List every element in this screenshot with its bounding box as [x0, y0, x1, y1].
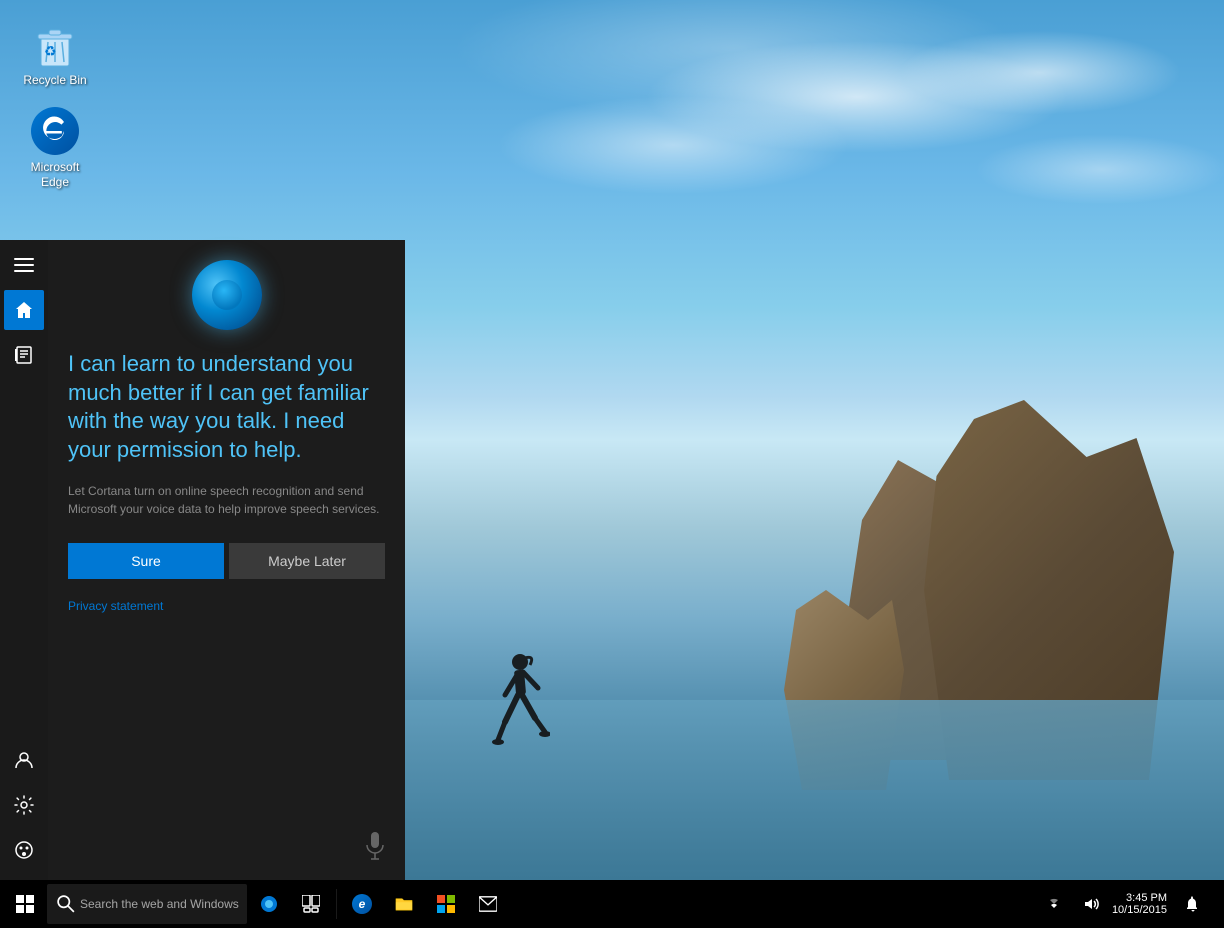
date-display: 10/15/2015	[1112, 904, 1167, 916]
svg-text:♻: ♻	[44, 43, 57, 59]
search-icon	[57, 895, 75, 913]
recycle-bin-label: Recycle Bin	[23, 73, 86, 87]
water-reflection	[350, 700, 1224, 880]
taskbar-search[interactable]: Search the web and Windows	[47, 884, 247, 924]
cortana-action-buttons: Sure Maybe Later	[68, 543, 385, 579]
sure-button[interactable]: Sure	[68, 543, 224, 579]
sidebar-home[interactable]	[4, 290, 44, 330]
cortana-inner-circle	[212, 280, 242, 310]
start-button[interactable]	[5, 884, 45, 924]
edge-circle	[31, 107, 79, 155]
sidebar-bottom	[0, 740, 48, 870]
search-placeholder: Search the web and Windows	[80, 897, 239, 911]
sidebar-notebook[interactable]	[4, 335, 44, 375]
cortana-main-message: I can learn to understand you much bette…	[68, 350, 385, 464]
desktop-icons-area: ♻ Recycle Bin Microsoft Edge	[15, 20, 95, 189]
cortana-sidebar	[0, 240, 48, 880]
microphone-icon[interactable]	[365, 832, 385, 865]
sidebar-hamburger[interactable]	[4, 245, 44, 285]
cortana-main-content: I can learn to understand you much bette…	[48, 240, 405, 880]
mail-button[interactable]	[468, 884, 508, 924]
notifications-icon[interactable]	[1177, 888, 1209, 920]
maybe-later-button[interactable]: Maybe Later	[229, 543, 385, 579]
time-display: 3:45 PM	[1126, 892, 1167, 904]
runner-silhouette	[490, 650, 550, 770]
cortana-panel: I can learn to understand you much bette…	[0, 240, 405, 880]
taskbar: Search the web and Windows e	[0, 880, 1224, 928]
edge-taskbar-icon: e	[352, 894, 372, 914]
microsoft-edge-icon[interactable]: Microsoft Edge	[15, 107, 95, 189]
clock-display[interactable]: 3:45 PM 10/15/2015	[1112, 892, 1167, 916]
cortana-circle	[192, 260, 262, 330]
file-explorer-button[interactable]	[384, 884, 424, 924]
sidebar-user[interactable]	[4, 740, 44, 780]
edge-taskbar-button[interactable]: e	[342, 884, 382, 924]
recycle-bin-icon[interactable]: ♻ Recycle Bin	[15, 20, 95, 87]
sidebar-feedback[interactable]	[4, 830, 44, 870]
network-icon[interactable]	[1038, 888, 1070, 920]
store-button[interactable]	[426, 884, 466, 924]
task-view-button[interactable]	[291, 884, 331, 924]
cortana-sub-message: Let Cortana turn on online speech recogn…	[68, 482, 385, 518]
volume-icon[interactable]	[1075, 888, 1107, 920]
taskbar-separator-1	[336, 889, 337, 919]
sidebar-settings[interactable]	[4, 785, 44, 825]
cortana-logo	[68, 260, 385, 330]
edge-label: Microsoft Edge	[15, 160, 95, 189]
recycle-bin-image: ♻	[31, 20, 79, 68]
privacy-statement-link[interactable]: Privacy statement	[68, 599, 385, 613]
cortana-taskbar-button[interactable]	[249, 884, 289, 924]
edge-image	[31, 107, 79, 155]
system-tray: 3:45 PM 10/15/2015	[1038, 888, 1219, 920]
